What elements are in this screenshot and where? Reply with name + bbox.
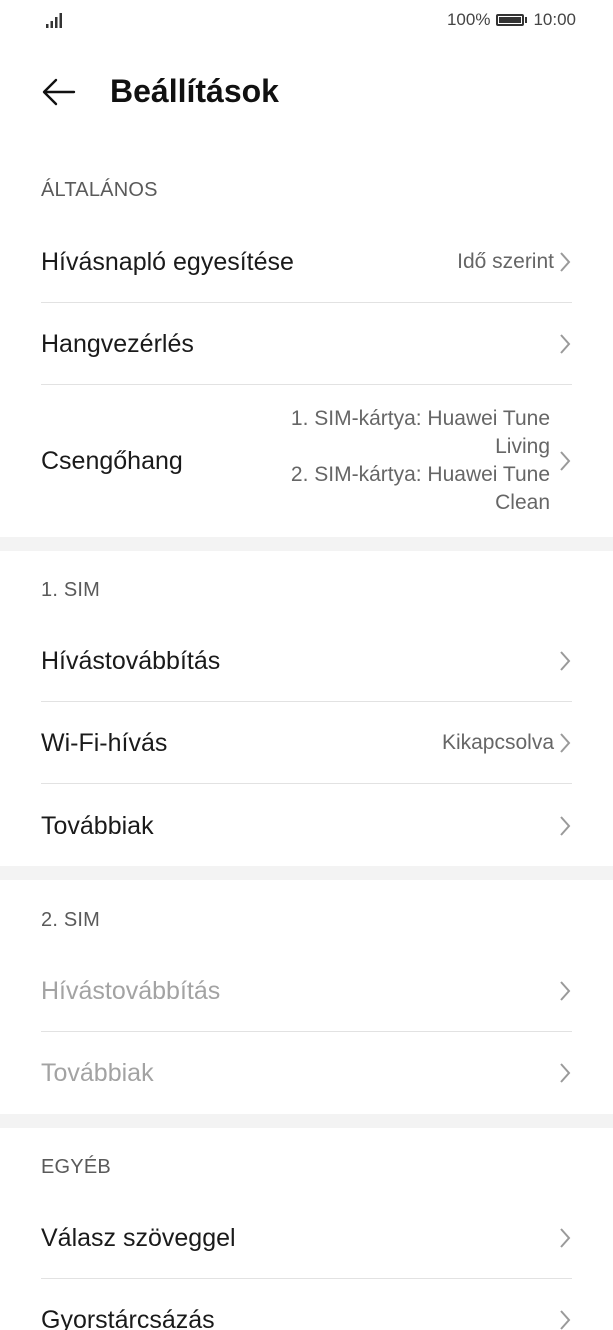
reply-with-text-label: Válasz szöveggel: [41, 1223, 236, 1252]
settings-screen: 100% 10:00 Beállítások ÁLTALÁNOS Hívásna…: [0, 0, 613, 1330]
sim2-more-label: Továbbiak: [41, 1058, 154, 1087]
app-header: Beállítások: [0, 60, 613, 124]
call-log-merge-label: Hívásnapló egyesítése: [41, 247, 294, 276]
sim2-call-forwarding-row: Hívástovábbítás: [41, 950, 572, 1032]
speed-dial-row[interactable]: Gyorstárcsázás: [41, 1279, 572, 1330]
ringtone-sim2-line2: Clean: [495, 491, 550, 514]
reply-with-text-row[interactable]: Válasz szöveggel: [41, 1197, 572, 1279]
chevron-right-icon: [560, 816, 571, 836]
ringtone-sim2-line1: 2. SIM-kártya: Huawei Tune: [290, 463, 550, 486]
sim1-more-label: Továbbiak: [41, 811, 154, 840]
speed-dial-label: Gyorstárcsázás: [41, 1305, 215, 1330]
section-header-general: ÁLTALÁNOS: [41, 179, 158, 201]
wifi-calling-row[interactable]: Wi-Fi-hívás Kikapcsolva: [41, 702, 572, 784]
wifi-calling-value: Kikapcsolva: [441, 731, 554, 754]
chevron-right-icon: [560, 1228, 571, 1248]
page-title: Beállítások: [110, 73, 279, 109]
status-right: 100% 10:00: [447, 10, 576, 30]
chevron-right-icon: [560, 981, 571, 1001]
ringtone-row[interactable]: Csengőhang 1. SIM-kártya: Huawei Tune Li…: [41, 386, 572, 536]
ringtone-sim1-line1: 1. SIM-kártya: Huawei Tune: [290, 407, 550, 430]
voice-control-label: Hangvezérlés: [41, 329, 194, 358]
sim1-call-forwarding-label: Hívástovábbítás: [41, 646, 221, 675]
section-header-sim2: 2. SIM: [41, 909, 100, 931]
section-divider: [0, 1114, 613, 1128]
sim1-more-row[interactable]: Továbbiak: [41, 785, 572, 867]
chevron-right-icon: [560, 252, 571, 272]
chevron-right-icon: [560, 451, 571, 471]
status-bar: 100% 10:00: [0, 0, 613, 44]
sim2-call-forwarding-label: Hívástovábbítás: [41, 976, 221, 1005]
sim2-more-row: Továbbiak: [41, 1032, 572, 1114]
ringtone-values: 1. SIM-kártya: Huawei Tune Living 2. SIM…: [291, 405, 550, 517]
chevron-right-icon: [560, 1063, 571, 1083]
signal-strength-icon: [46, 13, 62, 28]
section-divider: [0, 866, 613, 880]
chevron-right-icon: [560, 733, 571, 753]
ringtone-label: Csengőhang: [41, 446, 183, 475]
voice-control-row[interactable]: Hangvezérlés: [41, 303, 572, 385]
section-header-other: EGYÉB: [41, 1156, 111, 1178]
chevron-right-icon: [560, 334, 571, 354]
call-log-merge-value: Idő szerint: [457, 250, 554, 273]
battery-icon: [496, 14, 528, 26]
back-button[interactable]: [38, 72, 78, 112]
chevron-right-icon: [560, 651, 571, 671]
chevron-right-icon: [560, 1310, 571, 1330]
section-divider: [0, 537, 613, 551]
battery-percent: 100%: [446, 10, 491, 29]
call-log-merge-row[interactable]: Hívásnapló egyesítése Idő szerint: [41, 221, 572, 303]
sim1-call-forwarding-row[interactable]: Hívástovábbítás: [41, 620, 572, 702]
clock: 10:00: [533, 10, 576, 29]
arrow-left-icon: [42, 78, 76, 106]
ringtone-sim1-line2: Living: [495, 435, 550, 458]
wifi-calling-label: Wi-Fi-hívás: [41, 728, 168, 757]
section-header-sim1: 1. SIM: [41, 579, 100, 601]
